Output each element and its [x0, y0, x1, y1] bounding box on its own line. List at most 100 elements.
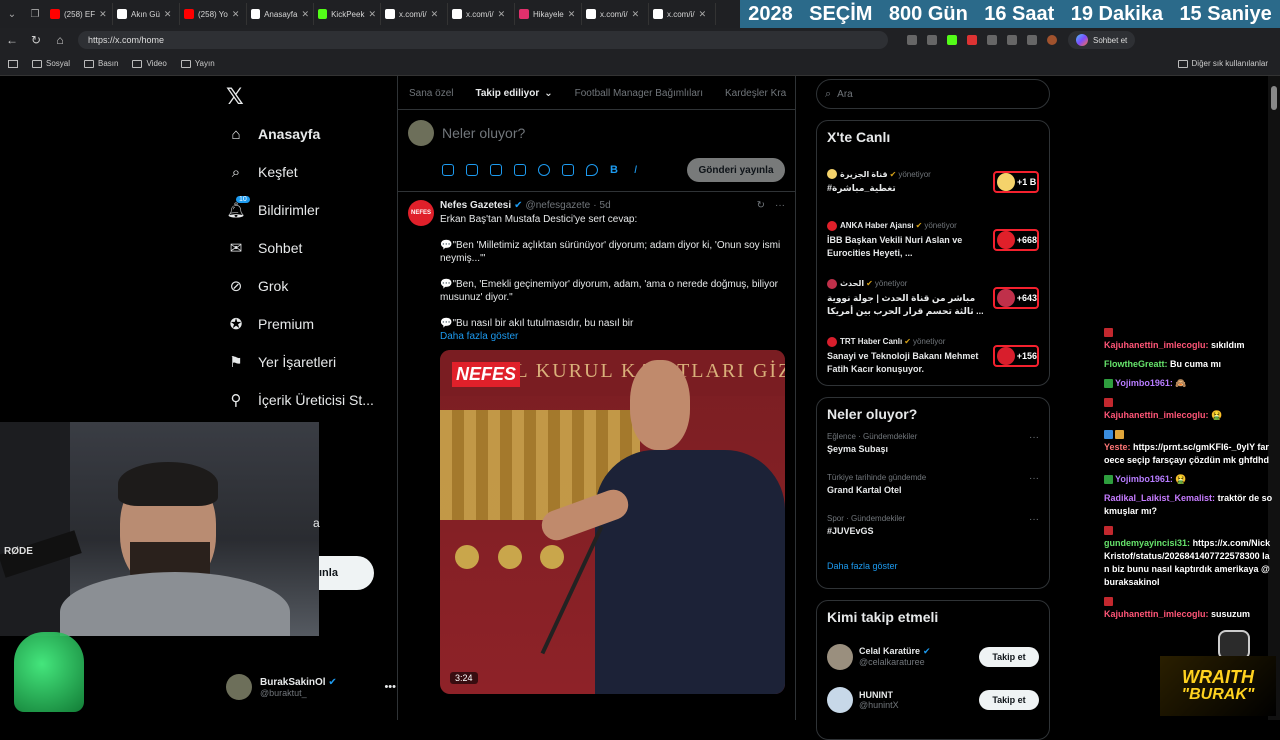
tweet[interactable]: NEFES Nefes Gazetesi ✔ @nefesgazete · 5d…	[398, 192, 795, 694]
more-icon[interactable]: ···	[1029, 432, 1039, 473]
timeline-tab[interactable]: Football Manager Bağımlıları	[564, 76, 714, 109]
extension-icon[interactable]	[1007, 35, 1017, 45]
tab-close-icon[interactable]: ✕	[568, 9, 576, 20]
browser-tab[interactable]: (258) EF ✕	[46, 3, 113, 25]
post-button[interactable]: ınla	[319, 556, 374, 590]
nav-item-yer-i-aretleri[interactable]: ⚑ Yer İşaretleri	[226, 343, 396, 381]
live-listener-badge[interactable]: +668	[993, 229, 1039, 251]
live-listener-badge[interactable]: +643	[993, 287, 1039, 309]
search-input[interactable]: ⌕ Ara	[816, 79, 1050, 109]
x-logo-icon[interactable]: 𝕏	[226, 84, 246, 109]
chevron-down-icon[interactable]: ⌄	[544, 88, 552, 99]
tab-list-icon[interactable]: ⌄	[0, 9, 24, 20]
emoji-icon[interactable]	[538, 164, 550, 176]
nav-item-premium[interactable]: ✪ Premium	[226, 305, 396, 343]
tweet-author[interactable]: Nefes Gazetesi	[440, 200, 511, 211]
home-page-icon[interactable]: ⌂	[48, 33, 72, 47]
schedule-icon[interactable]	[562, 164, 574, 176]
follow-button[interactable]: Takip et	[979, 646, 1039, 667]
live-listener-badge[interactable]: +1 B	[993, 171, 1039, 193]
live-item[interactable]: الحدث ✔ yönetiyor مباشر من قناة الحدث | جول…	[827, 269, 1039, 327]
more-icon[interactable]: ···	[1029, 473, 1039, 514]
live-item[interactable]: ANKA Haber Ajansı ✔ yönetiyor İBB Başkan Ve…	[827, 211, 1039, 269]
browser-tab[interactable]: KickPeek ✕	[314, 3, 381, 25]
poll-icon[interactable]	[514, 164, 526, 176]
follow-suggestion[interactable]: Celal Karatüre ✔ @celalkaraturee Takip et	[827, 635, 1039, 678]
scrollbar-thumb[interactable]	[1271, 86, 1277, 110]
show-more-link[interactable]: Daha fazla göster	[440, 331, 785, 342]
nav-item-i-erik-reticisi-st-[interactable]: ⚲ İçerik Üreticisi St...	[226, 381, 396, 419]
tweet-avatar[interactable]: NEFES	[408, 200, 434, 226]
bookmark-folder-other[interactable]: Diğer sık kullanılanlar	[1177, 59, 1268, 68]
trend-item[interactable]: Türkiye tarihinde gündemde Grand Kartal O…	[827, 473, 1039, 514]
browser-tab[interactable]: x.com/i/ ✕	[381, 3, 448, 25]
trends-show-more-link[interactable]: Daha fazla göster	[827, 561, 1039, 571]
copilot-chat-button[interactable]: Sohbet et	[1068, 31, 1136, 49]
tweet-video[interactable]: GENEL KURUL KAYITLARI GİZLİDİR NEFES 3:2…	[440, 350, 785, 694]
tab-close-icon[interactable]: ✕	[699, 9, 707, 20]
tweet-time[interactable]: 5d	[600, 200, 611, 211]
more-icon[interactable]: •••	[384, 681, 396, 693]
extension-icon[interactable]	[927, 35, 937, 45]
timeline-tab[interactable]: Takip ediliyor ⌄	[464, 76, 563, 109]
more-icon[interactable]: ···	[775, 200, 785, 211]
browser-tab[interactable]: Hikayele ✕	[515, 3, 582, 25]
tab-close-icon[interactable]: ✕	[368, 9, 376, 20]
location-icon[interactable]	[586, 164, 598, 176]
nav-item-grok[interactable]: ⊘ Grok	[226, 267, 396, 305]
trend-item[interactable]: Spor · Gündemdekiler #JUVEvGS ···	[827, 514, 1039, 555]
tab-close-icon[interactable]: ✕	[498, 9, 506, 20]
bookmark-folder-yayin[interactable]: Yayın	[180, 59, 215, 68]
bookmark-folder-sosyal[interactable]: Sosyal	[32, 59, 70, 68]
browser-tab[interactable]: Anasayfa ✕	[247, 3, 314, 25]
tab-close-icon[interactable]: ✕	[632, 9, 640, 20]
nav-item-anasayfa[interactable]: ⌂ Anasayfa	[226, 115, 396, 153]
live-listener-badge[interactable]: +156	[993, 345, 1039, 367]
italic-icon[interactable]: I	[634, 164, 646, 176]
tab-close-icon[interactable]: ✕	[164, 9, 172, 20]
extension-icon[interactable]	[1027, 35, 1037, 45]
extension-icon[interactable]	[967, 35, 977, 45]
tab-close-icon[interactable]: ✕	[301, 9, 309, 20]
tab-title: Anasayfa	[264, 9, 298, 19]
compose-input[interactable]: Neler oluyor?	[442, 125, 525, 141]
trend-item[interactable]: Eğlence · Gündemdekiler Şeyma Subaşı ···	[827, 432, 1039, 473]
live-item[interactable]: TRT Haber Canlı ✔ yönetiyor Sanayi ve Tekno…	[827, 327, 1039, 385]
more-icon[interactable]: ···	[1029, 514, 1039, 555]
follow-suggestion[interactable]: HUNINT @hunintX Takip et	[827, 678, 1039, 721]
tab-actions-icon[interactable]: ❐	[24, 9, 46, 20]
reload-icon[interactable]: ↻	[24, 33, 48, 47]
tab-close-icon[interactable]: ✕	[232, 9, 240, 20]
nav-item-bildirimler[interactable]: 🔔︎ 10 Bildirimler	[226, 191, 396, 229]
extension-icon[interactable]	[907, 35, 917, 45]
timeline-tab[interactable]: Kardeşler Kra	[714, 76, 795, 109]
bookmark-folder-basin[interactable]: Basın	[84, 59, 118, 68]
extension-icon[interactable]	[987, 35, 997, 45]
nav-item-sohbet[interactable]: ✉ Sohbet	[226, 229, 396, 267]
post-submit-button[interactable]: Gönderi yayınla	[687, 158, 785, 182]
nav-item-ke-fet[interactable]: ⌕ Keşfet	[226, 153, 396, 191]
browser-tab[interactable]: (258) Yo ✕	[180, 3, 247, 25]
address-bar[interactable]: https://x.com/home	[78, 31, 888, 49]
grok-icon[interactable]	[490, 164, 502, 176]
browser-tab[interactable]: x.com/i/ ✕	[448, 3, 515, 25]
follow-button[interactable]: Takip et	[979, 689, 1039, 710]
reading-list-icon[interactable]	[8, 59, 18, 68]
tweet-handle[interactable]: @nefesgazete	[526, 200, 591, 211]
browser-tab[interactable]: x.com/i/ ✕	[582, 3, 649, 25]
gif-icon[interactable]	[466, 164, 478, 176]
account-switcher[interactable]: BurakSakinOl ✔ @buraktut_ •••	[226, 670, 396, 704]
live-item[interactable]: قناة الجزيرة ✔ yönetiyor #تغطية_مباشرة +1 B	[827, 153, 1039, 211]
browser-tab[interactable]: Akın Gü ✕	[113, 3, 180, 25]
bold-icon[interactable]: B	[610, 164, 622, 176]
grok-explain-icon[interactable]: ↻	[757, 200, 765, 211]
extension-icon[interactable]	[947, 35, 957, 45]
timeline-tab[interactable]: Sana özel	[398, 76, 464, 109]
media-icon[interactable]	[442, 164, 454, 176]
back-icon[interactable]: ←	[0, 33, 24, 47]
tab-close-icon[interactable]: ✕	[99, 9, 107, 20]
bookmark-folder-video[interactable]: Video	[132, 59, 167, 68]
browser-tab[interactable]: x.com/i/ ✕	[649, 3, 716, 25]
tab-close-icon[interactable]: ✕	[431, 9, 439, 20]
profile-avatar-icon[interactable]	[1047, 35, 1057, 45]
